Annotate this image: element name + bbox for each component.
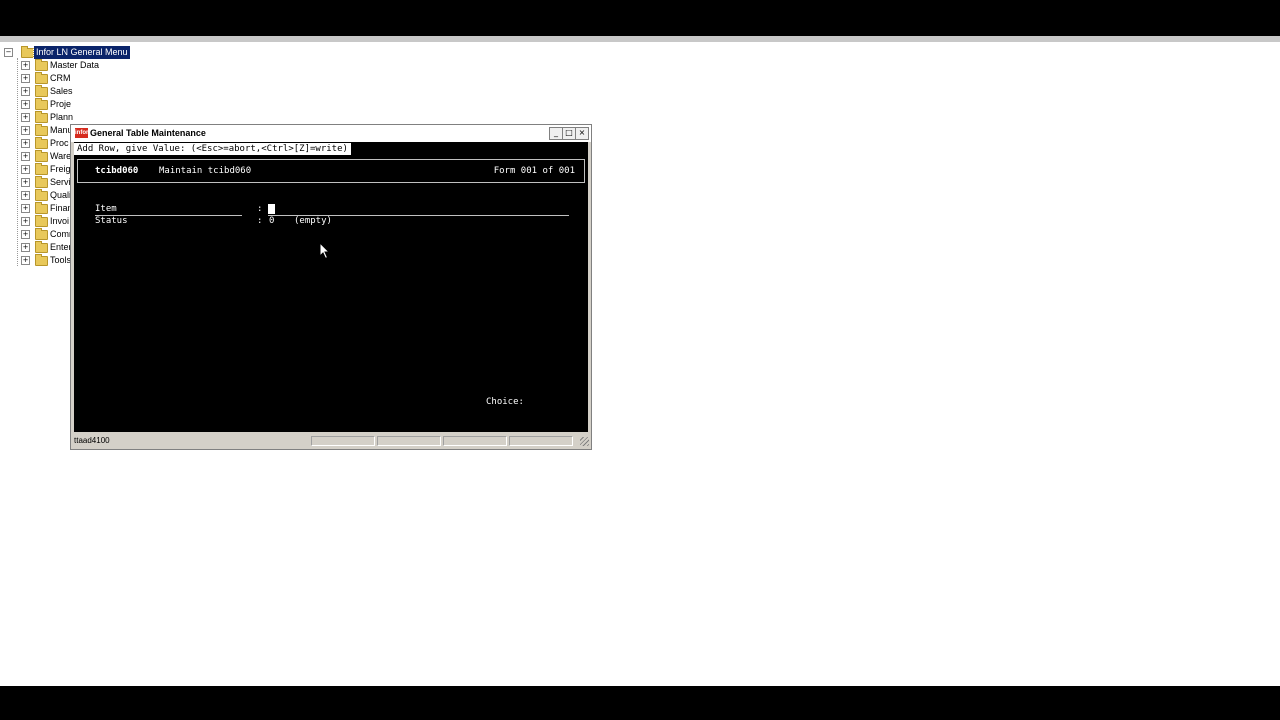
choice-prompt[interactable]: Choice: (486, 397, 524, 407)
expand-icon[interactable]: + (21, 178, 30, 187)
infor-app-icon: infor (75, 128, 89, 138)
expand-icon[interactable]: + (21, 230, 30, 239)
statusbar-panel-4 (509, 436, 573, 446)
folder-icon (35, 176, 48, 188)
tree-item-label[interactable]: CRM (50, 72, 71, 85)
tree-item-label[interactable]: Plann (50, 111, 73, 124)
folder-icon (35, 215, 48, 227)
tree-item[interactable]: + Proje (4, 98, 134, 111)
window-statusbar: ttaad4100 (71, 434, 591, 449)
tree-item[interactable]: + Master Data (4, 59, 134, 72)
folder-icon (35, 124, 48, 136)
maximize-button[interactable]: □ (562, 127, 576, 140)
expand-icon[interactable]: + (21, 191, 30, 200)
tree-item[interactable]: + Plann (4, 111, 134, 124)
expand-icon[interactable]: + (21, 217, 30, 226)
folder-icon (35, 228, 48, 240)
folder-icon (35, 202, 48, 214)
item-label: Item (95, 204, 117, 214)
status-colon: : (257, 216, 263, 226)
expand-icon[interactable]: + (21, 126, 30, 135)
tree-root-label[interactable]: Infor LN General Menu (33, 45, 131, 60)
status-description: (empty) (294, 216, 332, 226)
expand-icon[interactable]: + (21, 256, 30, 265)
folder-icon (35, 72, 48, 84)
minimize-icon: _ (554, 128, 558, 137)
expand-icon[interactable]: + (21, 243, 30, 252)
resize-grip-icon[interactable] (580, 437, 589, 446)
general-table-maintenance-window[interactable]: infor General Table Maintenance _ □ × Ad… (70, 124, 592, 450)
statusbar-panel-3 (443, 436, 507, 446)
statusbar-panel-1 (311, 436, 375, 446)
folder-icon (35, 59, 48, 71)
session-code: tcibd060 (95, 166, 139, 176)
tree-item-label[interactable]: Master Data (50, 59, 99, 72)
expand-icon[interactable]: + (21, 152, 30, 161)
folder-icon (35, 111, 48, 123)
item-input-cursor[interactable] (268, 204, 275, 214)
folder-icon (35, 254, 48, 266)
expand-icon[interactable]: + (21, 204, 30, 213)
tree-item-label[interactable]: Tools (50, 254, 71, 267)
terminal-screen[interactable]: Add Row, give Value: (<Esc>=abort,<Ctrl>… (74, 142, 588, 432)
tree-item-label[interactable]: Quali (50, 189, 71, 202)
mouse-pointer-icon (319, 242, 331, 260)
tree-root[interactable]: − Infor LN General Menu (4, 45, 134, 60)
expand-icon[interactable]: + (21, 165, 30, 174)
tree-item-label[interactable]: Proc (50, 137, 69, 150)
tree-item-label[interactable]: Invoi (50, 215, 69, 228)
prompt-bar: Add Row, give Value: (<Esc>=abort,<Ctrl>… (74, 143, 351, 155)
session-header: tcibd060 Maintain tcibd060 Form 001 of 0… (77, 159, 585, 183)
expand-icon[interactable]: + (21, 74, 30, 83)
status-label: Status (95, 216, 128, 226)
minimize-button[interactable]: _ (549, 127, 563, 140)
window-titlebar[interactable]: infor General Table Maintenance _ □ × (71, 125, 591, 142)
expand-icon[interactable]: + (21, 113, 30, 122)
tree-item[interactable]: + Sales (4, 85, 134, 98)
status-value[interactable]: 0 (269, 216, 274, 226)
folder-icon (35, 241, 48, 253)
expand-icon[interactable]: + (21, 61, 30, 70)
tree-item-label[interactable]: Proje (50, 98, 71, 111)
statusbar-panel-2 (377, 436, 441, 446)
desktop: − Infor LN General Menu + Master Data + CRM… (0, 36, 1280, 686)
window-title: General Table Maintenance (90, 128, 206, 138)
tree-item-label[interactable]: Servi (50, 176, 71, 189)
folder-icon (35, 137, 48, 149)
tree-item-label[interactable]: Sales (50, 85, 73, 98)
tree-item-label[interactable]: Ware (50, 150, 71, 163)
expand-icon[interactable]: + (21, 100, 30, 109)
expand-icon[interactable]: + (21, 87, 30, 96)
close-icon: × (578, 128, 586, 137)
tree-item-label[interactable]: Freig (50, 163, 71, 176)
folder-icon (35, 85, 48, 97)
tree-item[interactable]: + CRM (4, 72, 134, 85)
collapse-icon[interactable]: − (4, 48, 13, 57)
folder-icon (35, 163, 48, 175)
maximize-icon: □ (565, 128, 573, 137)
expand-icon[interactable]: + (21, 139, 30, 148)
folder-icon (35, 98, 48, 110)
tree-item-label[interactable]: Enter (50, 241, 72, 254)
statusbar-session: ttaad4100 (74, 436, 110, 445)
folder-icon (35, 189, 48, 201)
session-title: Maintain tcibd060 (159, 166, 252, 176)
item-colon: : (257, 204, 263, 214)
form-counter: Form 001 of 001 (493, 166, 575, 176)
close-button[interactable]: × (575, 127, 589, 140)
folder-icon (35, 150, 48, 162)
folder-open-icon (21, 46, 34, 58)
